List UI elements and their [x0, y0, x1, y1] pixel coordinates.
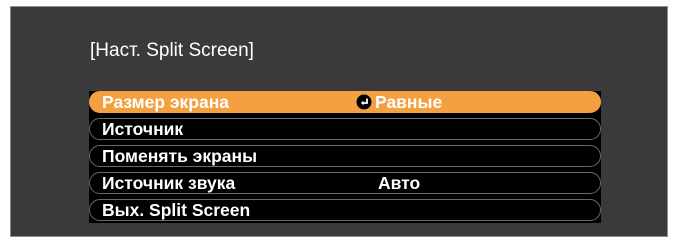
- enter-icon: [356, 94, 372, 110]
- menu-item-label: Вых. Split Screen: [102, 200, 251, 220]
- menu-title: [Наст. Split Screen]: [90, 40, 254, 61]
- menu-item-label: Поменять экраны: [102, 146, 258, 166]
- menu-item-audio-source[interactable]: Источник звука Авто: [89, 172, 601, 194]
- menu-item-label: Источник звука: [102, 173, 236, 193]
- menu-item-value: Авто: [378, 173, 421, 193]
- menu-item-label: Размер экрана: [102, 92, 230, 112]
- split-screen-settings-panel: [Наст. Split Screen] Размер экрана Равны…: [10, 6, 668, 237]
- menu-item-value-group: Равные: [356, 92, 442, 112]
- menu-item-source[interactable]: Источник: [89, 118, 601, 140]
- settings-menu-list: Размер экрана Равные Источник Поменять э…: [89, 91, 601, 223]
- menu-item-swap-screens[interactable]: Поменять экраны: [89, 145, 601, 167]
- menu-item-value: Равные: [375, 92, 443, 112]
- menu-item-screen-size[interactable]: Размер экрана Равные: [89, 91, 601, 113]
- menu-item-exit-split-screen[interactable]: Вых. Split Screen: [89, 199, 601, 221]
- menu-item-label: Источник: [102, 119, 184, 139]
